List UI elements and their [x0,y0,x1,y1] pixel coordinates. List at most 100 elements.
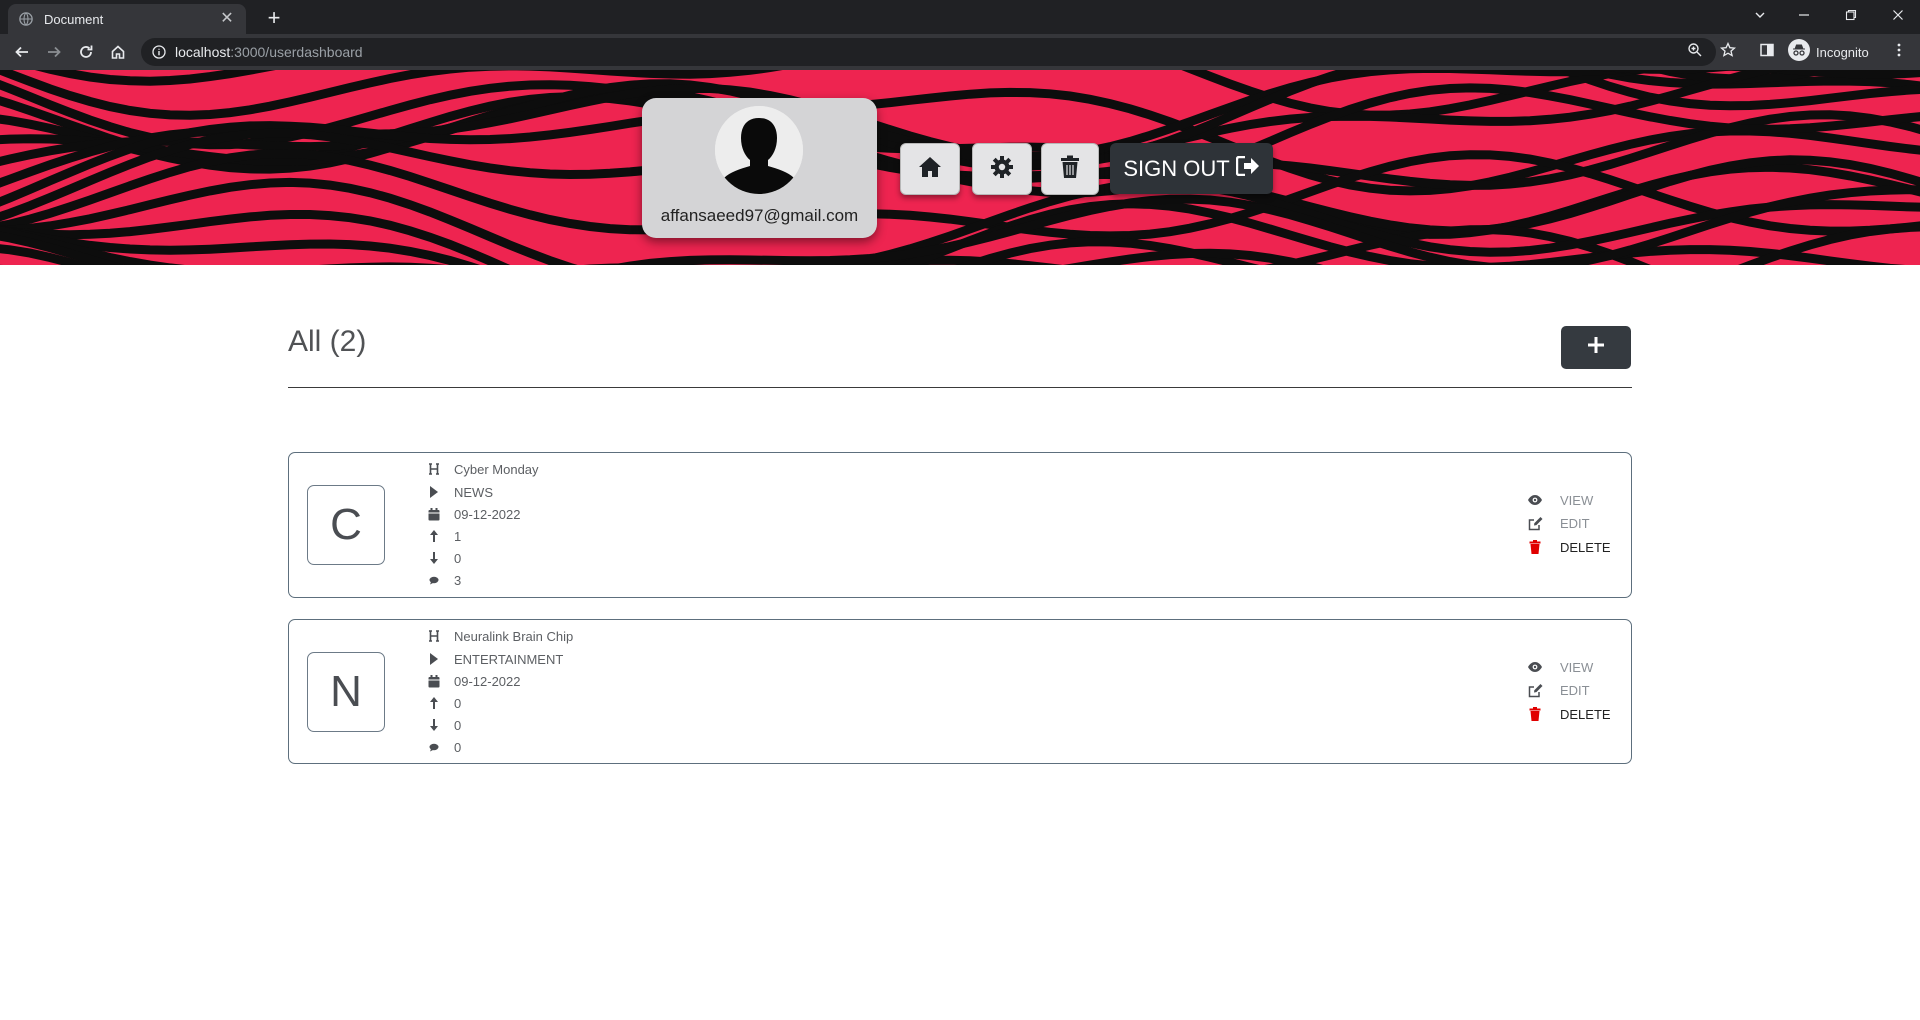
post-comments: 0 [454,739,462,755]
incognito-label: Incognito [1816,44,1869,60]
user-email: affansaeed97@gmail.com [660,206,859,225]
post-category: NEWS [454,484,493,500]
reload-icon[interactable] [72,38,100,66]
add-post-button[interactable] [1561,326,1631,369]
eye-icon [1527,492,1543,508]
heading-icon [427,628,441,644]
tab-close-icon[interactable]: ✕ [218,10,236,28]
home-icon [918,156,942,183]
kebab-menu-icon[interactable] [1887,38,1911,62]
globe-icon [18,11,34,27]
post-date: 09-12-2022 [454,673,521,689]
post-card: C Cyber Monday NEWS 09-12-2022 1 0 3 VIE… [288,452,1632,598]
post-title: Cyber Monday [454,461,539,477]
zoom-icon[interactable] [1683,38,1707,62]
arrow-up-icon [427,528,441,544]
view-action[interactable]: VIEW [1527,490,1593,510]
sign-out-label: SIGN OUT [1123,155,1230,181]
eye-icon [1527,659,1543,675]
post-comments: 3 [454,572,462,588]
post-category: ENTERTAINMENT [454,651,564,667]
post-category-row: ENTERTAINMENT [427,649,563,669]
post-upvotes-row: 1 [427,526,461,546]
arrow-down-icon [427,717,441,733]
address-bar[interactable]: localhost:3000/userdashboard [141,38,1716,66]
banner-stripe [0,185,1920,265]
edit-icon [1527,682,1543,698]
side-panel-icon[interactable] [1755,38,1779,62]
browser-tab[interactable]: Document ✕ [8,4,246,34]
post-card: N Neuralink Brain Chip ENTERTAINMENT 09-… [288,619,1632,764]
gear-icon [990,155,1014,184]
edit-label: EDIT [1560,515,1590,531]
incognito-icon [1788,38,1810,66]
back-arrow-icon[interactable] [8,38,36,66]
profile-card: affansaeed97@gmail.com [642,98,877,238]
calendar-icon [427,673,441,689]
calendar-icon [427,506,441,522]
minimize-icon[interactable] [1784,0,1824,30]
arrow-down-icon [427,550,441,566]
edit-action[interactable]: EDIT [1527,680,1590,700]
avatar [715,106,803,194]
new-tab-button[interactable]: + [260,5,288,33]
edit-action[interactable]: EDIT [1527,513,1590,533]
bookmark-star-icon[interactable] [1716,38,1740,62]
browser-tabstrip: Document ✕ + [0,0,1920,34]
post-comments-row: 3 [427,570,461,590]
post-date: 09-12-2022 [454,506,521,522]
home-icon[interactable] [104,38,132,66]
post-title: Neuralink Brain Chip [454,628,574,644]
view-action[interactable]: VIEW [1527,657,1593,677]
post-upvotes: 0 [454,695,462,711]
forward-arrow-icon[interactable] [40,38,68,66]
post-category-row: NEWS [427,482,493,502]
site-info-icon[interactable] [151,44,167,60]
tab-title: Document [44,11,104,27]
trash-icon [1527,539,1543,555]
section-divider [288,387,1632,388]
view-label: VIEW [1560,492,1594,508]
close-icon[interactable] [1878,0,1918,30]
chevron-down-icon[interactable] [1740,0,1780,30]
caret-right-icon [427,651,441,667]
delete-action[interactable]: DELETE [1527,537,1611,557]
section-title: All (2) [288,325,367,358]
plus-icon [1586,335,1606,360]
incognito-indicator[interactable]: Incognito [1788,38,1869,66]
caret-right-icon [427,484,441,500]
post-upvotes: 1 [454,528,462,544]
delete-label: DELETE [1560,539,1611,555]
settings-button[interactable] [972,143,1032,195]
post-title-row: Neuralink Brain Chip [427,626,573,646]
post-initial: C [307,485,385,565]
delete-action[interactable]: DELETE [1527,704,1611,724]
trash-button[interactable] [1041,143,1099,195]
comment-icon [427,739,441,755]
post-downvotes-row: 0 [427,715,461,735]
edit-icon [1527,515,1543,531]
heading-icon [427,461,441,477]
post-title-row: Cyber Monday [427,459,539,479]
view-label: VIEW [1560,659,1594,675]
sign-out-button[interactable]: SIGN OUT [1110,143,1273,194]
url-host: localhost [175,44,231,60]
post-upvotes-row: 0 [427,693,461,713]
sign-out-icon [1230,155,1260,182]
trash-icon [1060,155,1080,184]
profile-banner: affansaeed97@gmail.com SIGN OUT [0,70,1920,265]
restore-icon[interactable] [1831,0,1871,30]
comment-icon [427,572,441,588]
delete-label: DELETE [1560,706,1611,722]
post-date-row: 09-12-2022 [427,504,521,524]
trash-icon [1527,706,1543,722]
post-comments-row: 0 [427,737,461,757]
post-downvotes: 0 [454,717,462,733]
post-date-row: 09-12-2022 [427,671,521,691]
post-downvotes: 0 [454,550,462,566]
post-downvotes-row: 0 [427,548,461,568]
wavy-stripes-background [0,70,1920,265]
arrow-up-icon [427,695,441,711]
home-button[interactable] [900,143,960,195]
edit-label: EDIT [1560,682,1590,698]
